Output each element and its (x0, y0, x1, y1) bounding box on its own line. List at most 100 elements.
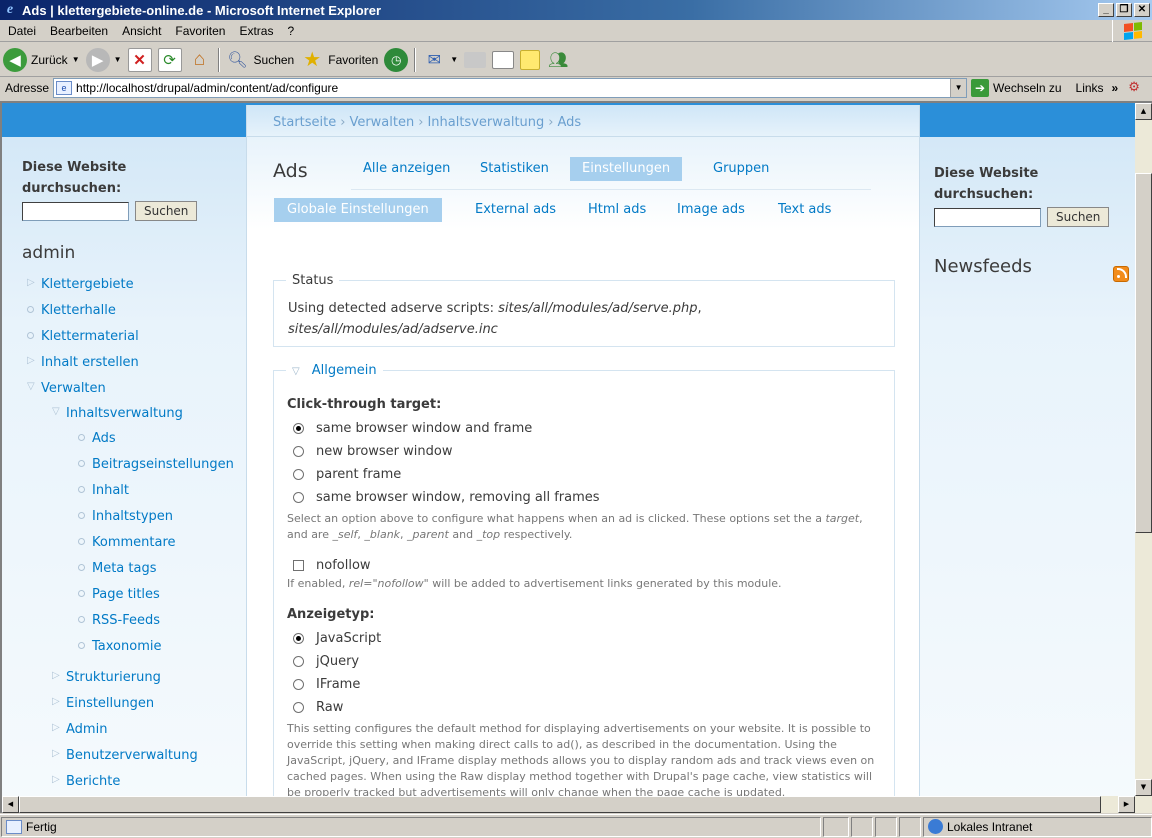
radio-raw[interactable]: Raw (293, 700, 343, 715)
nav-meta-tags[interactable]: Meta tags (78, 561, 157, 576)
breadcrumb-startseite[interactable]: Startseite (273, 115, 336, 130)
mail-button[interactable]: ✉ ▼ (419, 45, 461, 75)
nav-einstellungen[interactable]: ▷ Einstellungen (52, 696, 154, 711)
tab-globale-einstellungen[interactable]: Globale Einstellungen (274, 198, 442, 222)
bullet-icon (78, 564, 85, 571)
nav-rss-feeds[interactable]: RSS-Feeds (78, 613, 160, 628)
address-dropdown-icon[interactable]: ▼ (950, 79, 967, 97)
menu-datei[interactable]: Datei (0, 24, 43, 38)
edit-button[interactable] (489, 45, 517, 75)
nav-inhalt-erstellen[interactable]: ▷ Inhalt erstellen (27, 355, 139, 370)
radio-button[interactable] (293, 423, 304, 434)
menu-bearbeiten[interactable]: Bearbeiten (43, 24, 115, 38)
ie-icon: e (6, 2, 14, 17)
nav-inhalt[interactable]: Inhalt (78, 483, 129, 498)
nav-beitragseinstellungen[interactable]: Beitragseinstellungen (78, 457, 234, 472)
print-button[interactable] (461, 45, 489, 75)
scroll-thumb[interactable] (1135, 173, 1152, 533)
address-field[interactable]: e ▼ (53, 78, 968, 98)
tab-html-ads[interactable]: Html ads (575, 198, 659, 222)
radio-button[interactable] (293, 656, 304, 667)
radio-remove-frames[interactable]: same browser window, removing all frames (293, 490, 600, 505)
radio-button[interactable] (293, 492, 304, 503)
tab-gruppen[interactable]: Gruppen (701, 157, 781, 181)
radio-same-window[interactable]: same browser window and frame (293, 421, 532, 436)
chevron-right-icon[interactable]: » (1112, 81, 1119, 95)
scroll-thumb-horizontal[interactable] (19, 796, 1101, 813)
window-title: Ads | klettergebiete-online.de - Microso… (22, 2, 382, 18)
nav-kommentare[interactable]: Kommentare (78, 535, 176, 550)
tab-image-ads[interactable]: Image ads (664, 198, 758, 222)
nav-taxonomie[interactable]: Taxonomie (78, 639, 161, 654)
scroll-right-icon[interactable]: ▶ (1118, 796, 1135, 813)
messenger-button[interactable]: 👥︎ (543, 45, 573, 75)
search-input-right[interactable] (934, 207, 1041, 227)
radio-button[interactable] (293, 702, 304, 713)
menu-extras[interactable]: Extras (232, 24, 280, 38)
note-button[interactable] (517, 45, 543, 75)
minimize-button[interactable]: _ (1098, 3, 1114, 17)
rss-icon[interactable] (1113, 266, 1129, 282)
home-button[interactable]: ⌂ (185, 45, 215, 75)
nav-klettergebiete[interactable]: ▷ Klettergebiete (27, 277, 134, 292)
horizontal-scrollbar[interactable]: ◀ ▶ (2, 796, 1152, 813)
search-button-right[interactable]: Suchen (1047, 207, 1110, 227)
tab-einstellungen[interactable]: Einstellungen (570, 157, 683, 181)
close-button[interactable]: ✕ (1134, 3, 1150, 17)
tab-statistiken[interactable]: Statistiken (468, 157, 561, 181)
radio-button[interactable] (293, 679, 304, 690)
search-input[interactable] (22, 201, 129, 221)
breadcrumb-ads[interactable]: Ads (557, 115, 581, 130)
nofollow-checkbox[interactable]: nofollow (293, 558, 371, 573)
radio-button[interactable] (293, 469, 304, 480)
favorites-button[interactable]: ★ Favoriten (297, 45, 381, 75)
scroll-up-icon[interactable]: ▲ (1135, 103, 1152, 120)
stop-button[interactable]: ✕ (125, 45, 155, 75)
nav-ads[interactable]: Ads (78, 431, 116, 446)
links-button[interactable]: Links (1076, 81, 1104, 95)
nav-klettermaterial[interactable]: Klettermaterial (27, 329, 139, 344)
tab-alle-anzeigen[interactable]: Alle anzeigen (351, 157, 462, 181)
address-bar: Adresse e ▼ ➔ Wechseln zu Links » ⚙ (0, 77, 1152, 99)
checkbox[interactable] (293, 560, 304, 571)
nav-benutzerverwaltung[interactable]: ▷ Benutzerverwaltung (52, 748, 198, 763)
refresh-button[interactable]: ⟳ (155, 45, 185, 75)
nav-inhaltsverwaltung[interactable]: ▽ Inhaltsverwaltung (52, 406, 183, 421)
radio-parent-frame[interactable]: parent frame (293, 467, 401, 482)
breadcrumb-verwalten[interactable]: Verwalten (349, 115, 414, 130)
scroll-left-icon[interactable]: ◀ (2, 796, 19, 813)
nav-strukturierung[interactable]: ▷ Strukturierung (52, 670, 161, 685)
scroll-down-icon[interactable]: ▼ (1135, 779, 1152, 796)
breadcrumb-inhaltsverwaltung[interactable]: Inhaltsverwaltung (427, 115, 544, 130)
nav-verwalten[interactable]: ▽ Verwalten (27, 381, 106, 396)
menu-ansicht[interactable]: Ansicht (115, 24, 168, 38)
allgemein-legend[interactable]: ▽ Allgemein (286, 363, 383, 378)
nav-inhaltstypen[interactable]: Inhaltstypen (78, 509, 173, 524)
nav-kletterhalle[interactable]: Kletterhalle (27, 303, 116, 318)
forward-button[interactable]: ▶ ▼ (83, 45, 125, 75)
search-button[interactable]: 🔍︎ Suchen (223, 45, 298, 75)
radio-button[interactable] (293, 446, 304, 457)
extension-icon[interactable]: ⚙ (1128, 79, 1146, 97)
back-button[interactable]: ◀ Zurück ▼ (0, 45, 83, 75)
restore-button[interactable]: ❐ (1116, 3, 1132, 17)
radio-iframe[interactable]: IFrame (293, 677, 360, 692)
menu-help[interactable]: ? (280, 24, 301, 38)
radio-new-window[interactable]: new browser window (293, 444, 452, 459)
tab-text-ads[interactable]: Text ads (765, 198, 844, 222)
tab-external-ads[interactable]: External ads (462, 198, 569, 222)
address-input[interactable] (76, 81, 951, 95)
go-button[interactable]: ➔ Wechseln zu (971, 79, 1062, 97)
radio-button[interactable] (293, 633, 304, 644)
history-button[interactable]: ◷ (381, 45, 411, 75)
note-icon (520, 49, 541, 70)
nav-admin[interactable]: ▷ Admin (52, 722, 107, 737)
search-button[interactable]: Suchen (135, 201, 198, 221)
nav-page-titles[interactable]: Page titles (78, 587, 160, 602)
menu-favoriten[interactable]: Favoriten (168, 24, 232, 38)
vertical-scrollbar[interactable]: ▲ ▼ (1135, 103, 1152, 796)
nav-berichte[interactable]: ▷ Berichte (52, 774, 120, 789)
display-type-description: This setting configures the default meth… (287, 722, 875, 796)
radio-javascript[interactable]: JavaScript (293, 631, 381, 646)
radio-jquery[interactable]: jQuery (293, 654, 359, 669)
